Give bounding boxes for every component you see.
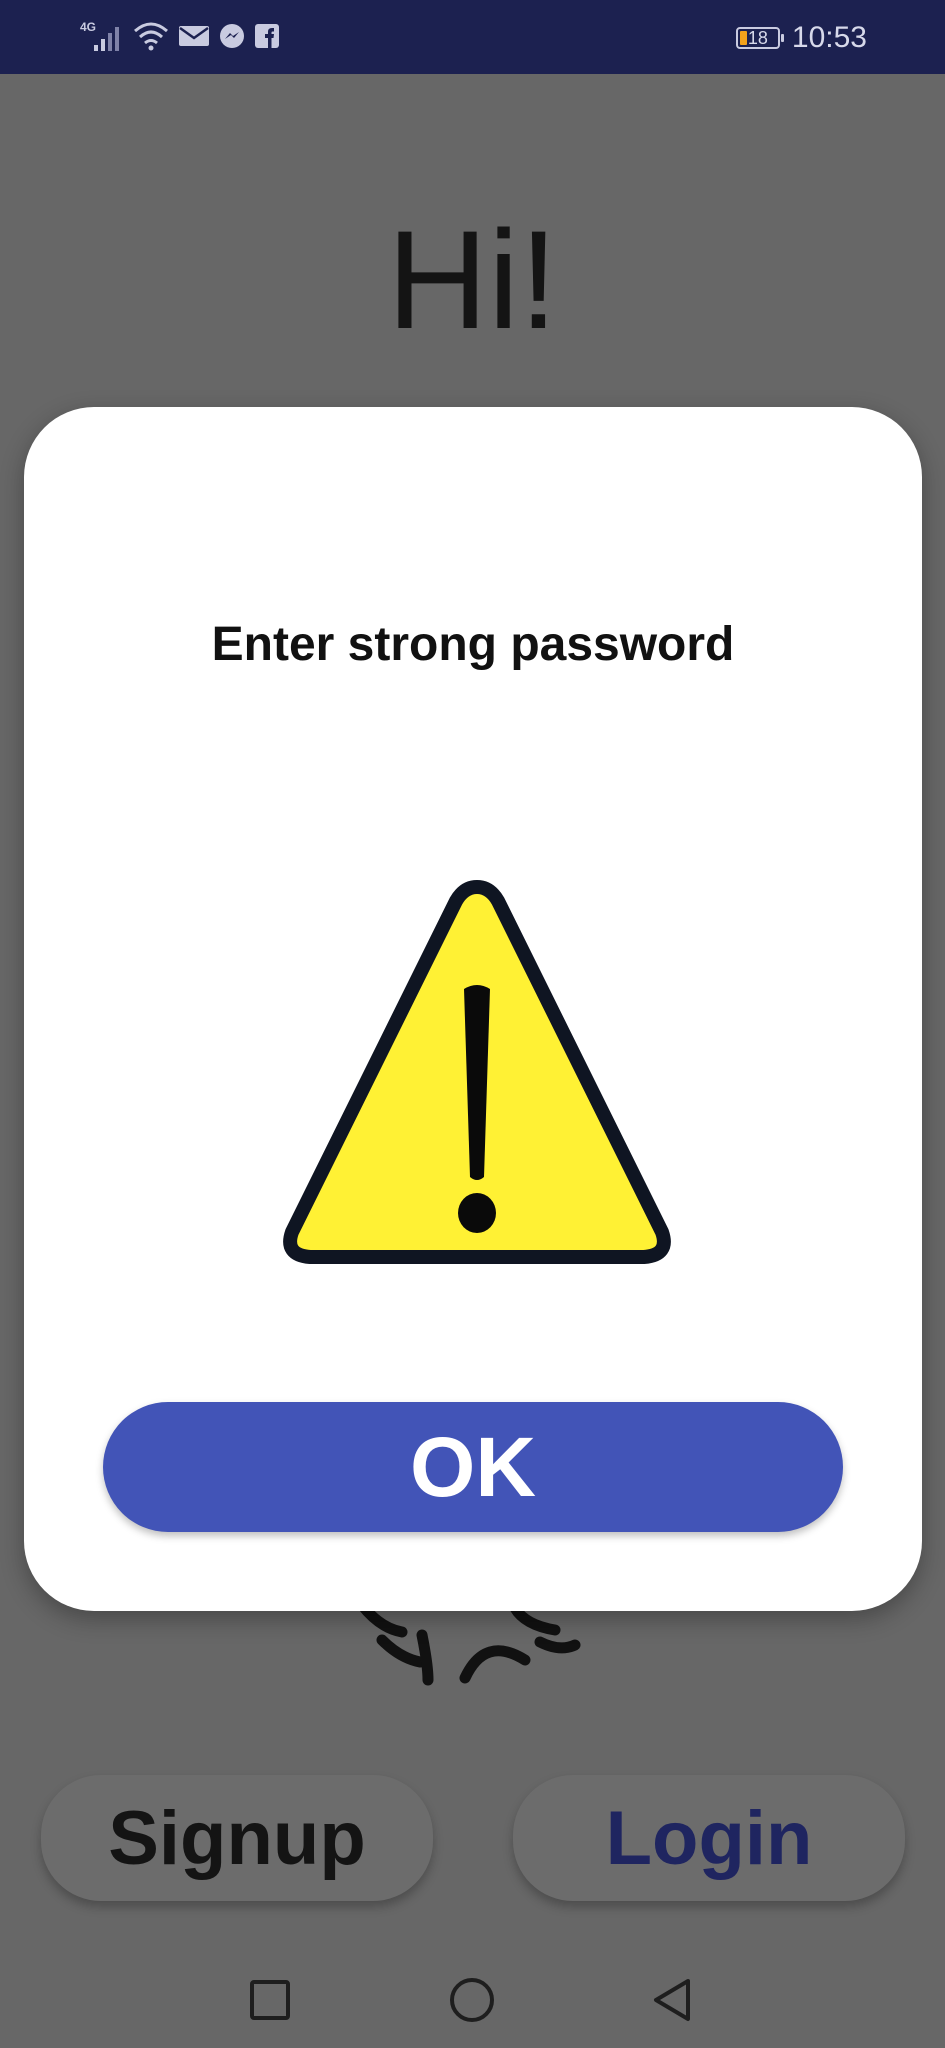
- ok-button[interactable]: OK: [103, 1402, 843, 1532]
- home-icon[interactable]: [442, 1970, 502, 2030]
- messenger-icon: [218, 22, 246, 55]
- back-icon[interactable]: [643, 1970, 703, 2030]
- wifi-icon: [132, 19, 170, 58]
- login-button[interactable]: Login: [513, 1775, 905, 1901]
- status-bar: 4G 18 10:53: [0, 0, 945, 74]
- recent-apps-icon[interactable]: [240, 1970, 300, 2030]
- dialog-message: Enter strong password: [211, 618, 735, 671]
- status-left-icons: 4G: [78, 18, 280, 58]
- battery-level: 18: [747, 27, 768, 48]
- battery-icon: 18: [735, 27, 784, 49]
- status-right: 18 10:53: [735, 18, 867, 58]
- signal-icon: 4G: [78, 19, 124, 58]
- clock: 10:53: [791, 21, 867, 54]
- greeting-title: Hi!: [386, 201, 559, 358]
- navigation-bar: [0, 1940, 945, 2048]
- mail-icon: [178, 23, 210, 54]
- signup-button[interactable]: Signup: [41, 1775, 433, 1901]
- warning-icon: [283, 880, 671, 1264]
- network-label: 4G: [80, 20, 96, 34]
- facebook-icon: [254, 23, 280, 54]
- alert-dialog: Enter strong password OK: [24, 407, 922, 1611]
- battery-fill: [739, 31, 747, 45]
